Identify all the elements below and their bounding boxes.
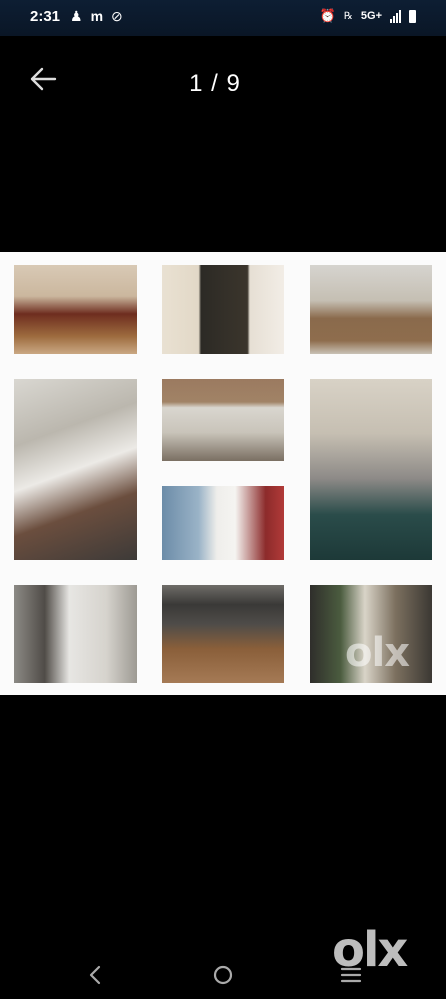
system-navigation-bar [0, 950, 446, 999]
photo-tile-kitchen-counter [162, 585, 284, 683]
volte-icon: ℞ [343, 10, 353, 22]
photo-tile-kitchen-fridge [14, 585, 137, 683]
battery-icon [409, 9, 416, 23]
network-type: 5G+ [360, 10, 382, 22]
photo-tile-stairs-terrace [14, 379, 137, 560]
m-app-icon: m [90, 8, 104, 24]
nav-recent-icon[interactable] [336, 962, 366, 988]
status-bar: 2:31 ♟ m ⊘ ⏰ ℞ 5G+ [0, 0, 446, 36]
photo-tile-bedroom [14, 265, 137, 354]
nav-home-icon[interactable] [208, 962, 238, 988]
photo-tile-hall [310, 379, 432, 560]
image-counter: 1 / 9 [189, 70, 241, 97]
notification-icons: ♟ m ⊘ [70, 8, 123, 25]
listing-photo[interactable]: olx [0, 252, 446, 695]
bell-icon: ♟ [70, 8, 83, 24]
status-time: 2:31 [30, 8, 61, 25]
system-icons: ⏰ ℞ 5G+ [320, 8, 416, 24]
photo-tile-doorway [162, 265, 284, 354]
nav-back-icon[interactable] [80, 962, 110, 988]
signal-icon [390, 9, 401, 23]
photo-tile-bathroom [162, 486, 284, 560]
photo-tile-terrace [162, 379, 284, 461]
olx-watermark: olx [345, 630, 410, 676]
alarm-icon: ⏰ [319, 8, 336, 23]
photo-tile-house-front [310, 265, 432, 354]
sync-icon: ⊘ [111, 8, 123, 24]
